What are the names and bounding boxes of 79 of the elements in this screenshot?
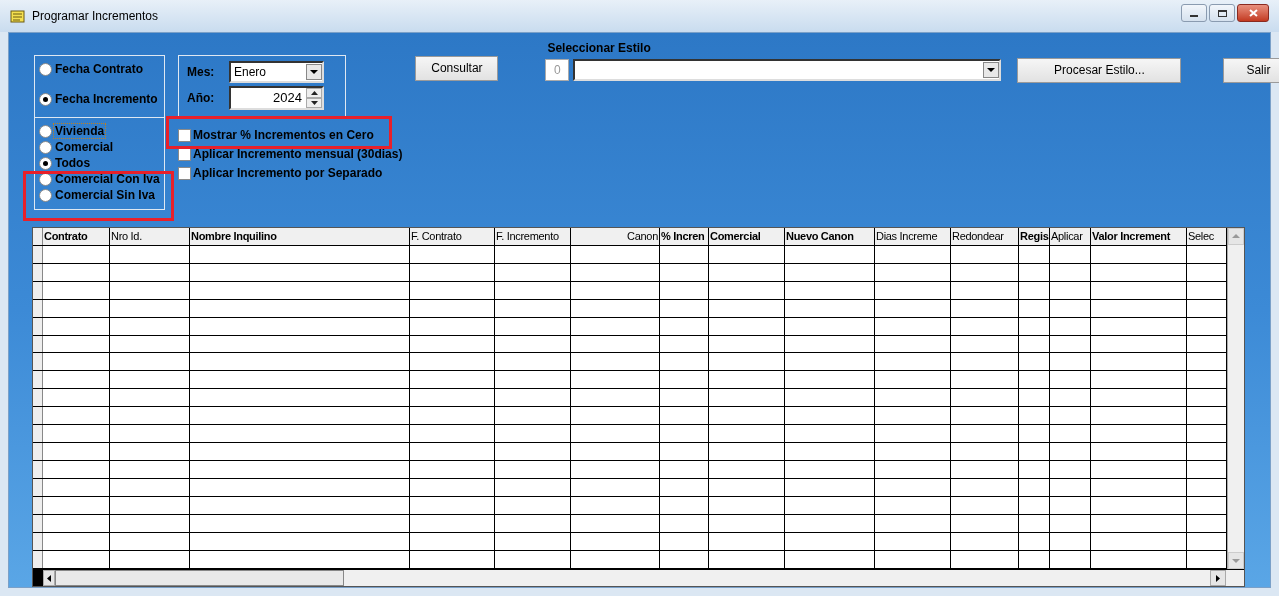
notepad-icon xyxy=(10,9,26,23)
column-header[interactable]: F. Contrato xyxy=(410,227,495,245)
radio-button[interactable] xyxy=(39,92,52,106)
column-header[interactable]: Comercial xyxy=(709,227,785,245)
row-selector[interactable] xyxy=(33,245,43,263)
row-selector[interactable] xyxy=(33,371,43,389)
row-selector[interactable] xyxy=(33,461,43,479)
row-selector[interactable] xyxy=(33,479,43,497)
radio-label: Fecha Incremento xyxy=(54,92,159,106)
checkbox-label: Aplicar Incremento mensual (30dias) xyxy=(193,146,403,163)
left-arrow-icon xyxy=(47,574,51,582)
horizontal-scrollbar[interactable] xyxy=(33,569,1244,586)
year-label: Año: xyxy=(187,90,216,107)
row-selector[interactable] xyxy=(33,425,43,443)
down-arrow-icon xyxy=(1232,558,1240,563)
up-arrow-icon[interactable] xyxy=(310,91,318,95)
row-selector[interactable] xyxy=(33,551,43,569)
column-header[interactable]: F. Incremento xyxy=(495,227,571,245)
month-dropdown[interactable]: Enero xyxy=(229,61,324,83)
column-header[interactable]: Regis xyxy=(1019,227,1050,245)
maximize-button[interactable] xyxy=(1209,4,1235,22)
column-header[interactable]: Selec xyxy=(1187,227,1227,245)
grid-corner xyxy=(33,227,43,245)
vertical-scrollbar[interactable] xyxy=(1227,227,1244,569)
column-header[interactable]: Nuevo Canon xyxy=(785,227,875,245)
checkbox-label: Aplicar Incremento por Separado xyxy=(193,165,383,182)
column-header[interactable]: Canon xyxy=(571,227,660,245)
style-number-field: 0 xyxy=(545,58,570,81)
radio-label: Fecha Contrato xyxy=(54,62,144,76)
scrollbar-thumb[interactable] xyxy=(55,570,344,586)
row-selector[interactable] xyxy=(33,533,43,551)
row-selector[interactable] xyxy=(33,281,43,299)
radio-button[interactable] xyxy=(39,62,52,76)
column-header[interactable]: Contrato xyxy=(43,227,110,245)
radio-button[interactable] xyxy=(39,124,52,138)
row-selector[interactable] xyxy=(33,515,43,533)
month-label: Mes: xyxy=(187,64,216,81)
radio-button[interactable] xyxy=(39,156,52,170)
row-selector[interactable] xyxy=(33,335,43,353)
window-title: Programar Incrementos xyxy=(32,8,159,25)
column-header[interactable]: Dias Increme xyxy=(875,227,951,245)
radio-label: Comercial Con Iva xyxy=(54,172,161,186)
row-selector[interactable] xyxy=(33,443,43,461)
radio-label: Comercial xyxy=(54,140,115,154)
right-arrow-icon xyxy=(1216,574,1220,582)
column-header[interactable]: Nombre Inquilino xyxy=(190,227,410,245)
row-selector[interactable] xyxy=(33,299,43,317)
style-label: Seleccionar Estilo xyxy=(547,40,652,57)
column-header[interactable]: Aplicar xyxy=(1050,227,1091,245)
push-button[interactable]: Salir xyxy=(1223,57,1279,83)
radio-label: Vivienda xyxy=(54,124,106,138)
row-selector[interactable] xyxy=(33,407,43,425)
close-icon xyxy=(1248,9,1258,17)
dropdown-arrow-icon xyxy=(987,67,996,72)
checkbox[interactable] xyxy=(178,166,191,180)
row-selector[interactable] xyxy=(33,263,43,281)
column-header[interactable]: Redondear xyxy=(951,227,1019,245)
radio-label: Todos xyxy=(54,156,92,170)
push-button[interactable]: Consultar xyxy=(415,55,499,81)
radio-button[interactable] xyxy=(39,188,52,202)
radio-button[interactable] xyxy=(39,140,52,154)
dropdown-arrow-icon xyxy=(310,70,318,74)
radio-label: Comercial Sin Iva xyxy=(54,188,157,202)
row-selector[interactable] xyxy=(33,389,43,407)
year-spinner[interactable]: 2024 xyxy=(229,86,324,110)
column-header[interactable]: % Incren xyxy=(660,227,709,245)
column-header[interactable]: Valor Increment xyxy=(1091,227,1187,245)
row-selector[interactable] xyxy=(33,353,43,371)
minimize-button[interactable] xyxy=(1181,4,1207,22)
row-selector[interactable] xyxy=(33,497,43,515)
style-dropdown[interactable] xyxy=(573,58,1002,81)
row-selector[interactable] xyxy=(33,317,43,335)
checkbox[interactable] xyxy=(178,128,191,142)
push-button[interactable]: Procesar Estilo... xyxy=(1017,57,1182,83)
column-header[interactable]: Nro Id. xyxy=(110,227,190,245)
close-button[interactable] xyxy=(1237,4,1269,22)
checkbox-label: Mostrar % Incrementos en Cero xyxy=(193,127,374,144)
down-arrow-icon[interactable] xyxy=(310,101,318,105)
up-arrow-icon xyxy=(1232,234,1240,239)
